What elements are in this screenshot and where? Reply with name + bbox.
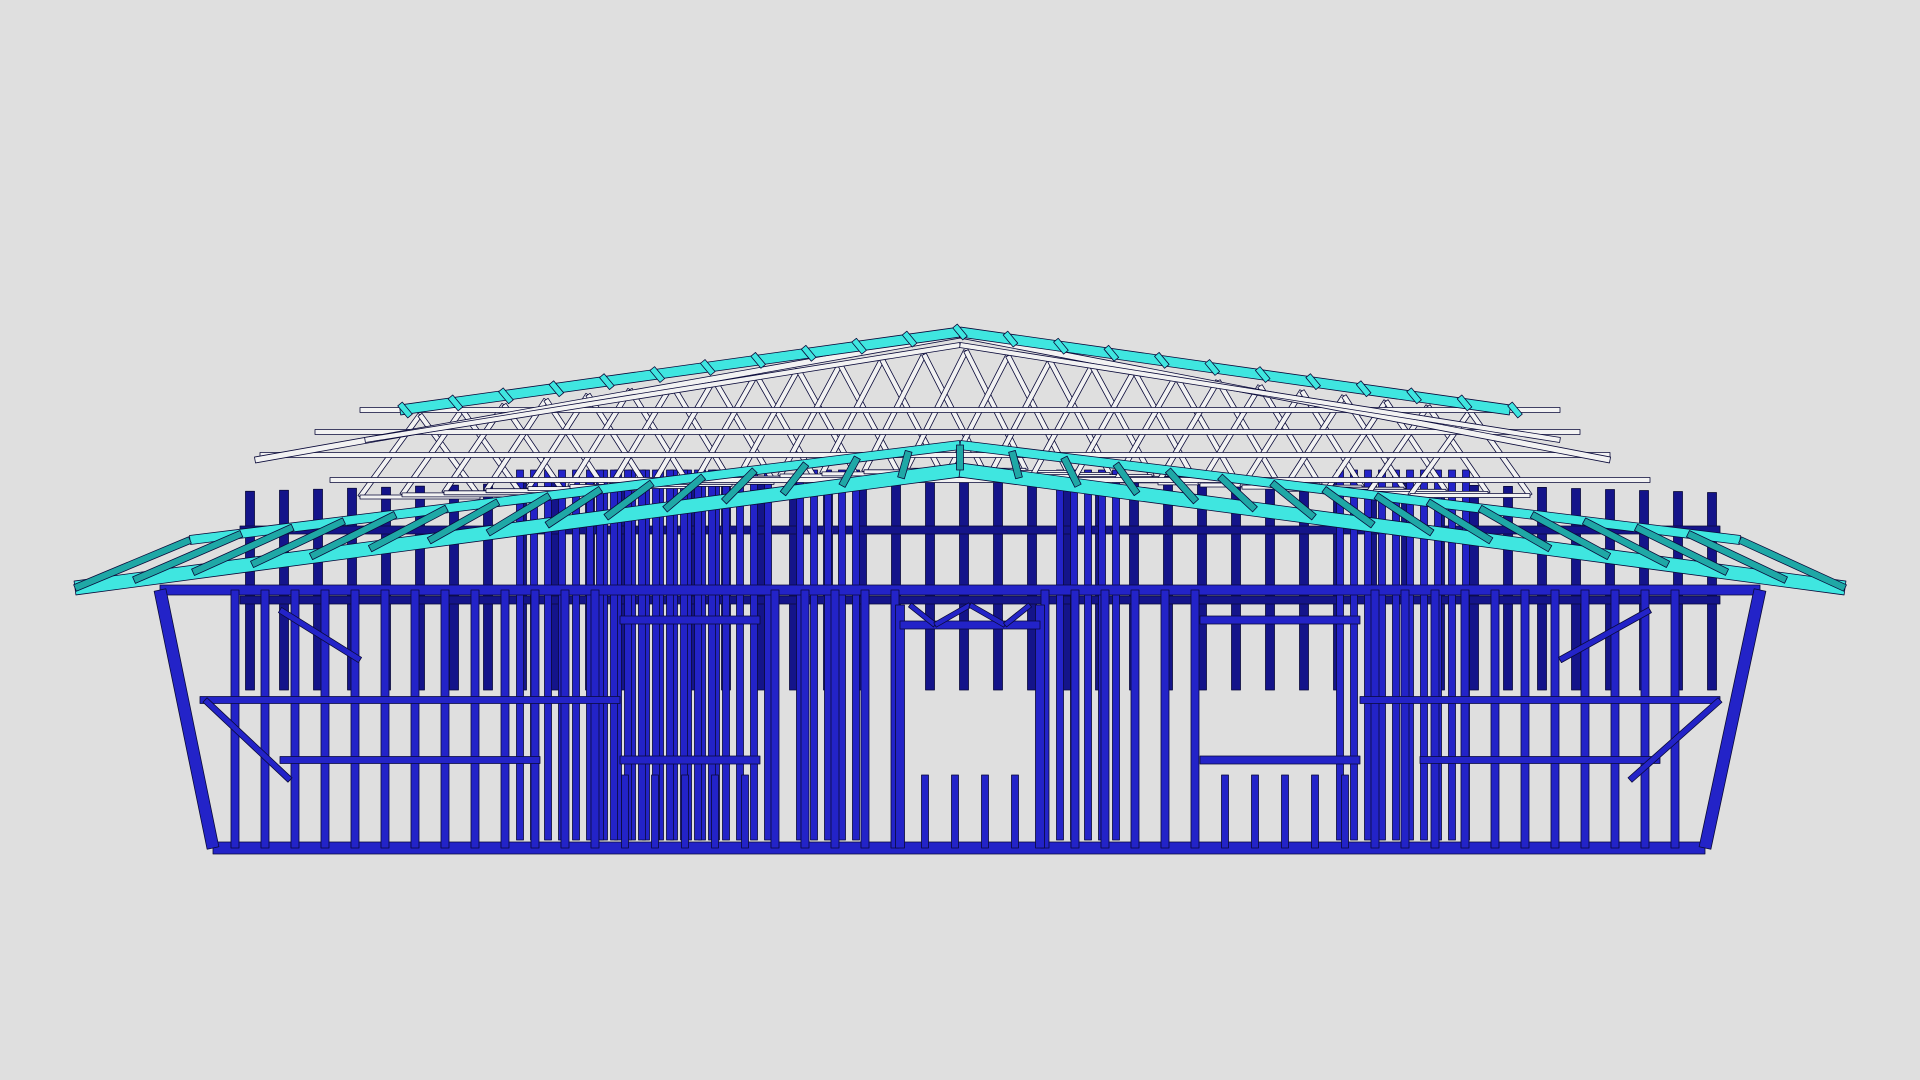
nogging [1419, 756, 1661, 764]
stud [830, 589, 840, 849]
window-head [619, 615, 761, 625]
window-head [1199, 615, 1361, 625]
cripple-stud [1311, 774, 1319, 849]
stud [1430, 589, 1440, 849]
stud [1070, 589, 1080, 849]
end-stud [153, 588, 220, 850]
stud [860, 589, 870, 849]
nogging [199, 696, 621, 704]
model-viewport[interactable] [0, 0, 1920, 1080]
stud [560, 589, 570, 849]
stud [1640, 589, 1650, 849]
stud [1460, 589, 1470, 849]
stud [410, 589, 420, 849]
partition-stud [610, 469, 618, 841]
stud [440, 589, 450, 849]
truss-web [1173, 374, 1239, 483]
window-sill [619, 755, 761, 765]
partition-stud [1084, 469, 1092, 841]
truss-web [693, 372, 759, 482]
stud [770, 589, 780, 849]
cripple-stud [681, 774, 689, 849]
partition-stud [1448, 469, 1456, 841]
partition-stud [1056, 469, 1064, 841]
stud [500, 589, 510, 849]
partition-stud [1112, 469, 1120, 841]
stud [260, 589, 270, 849]
partition-stud [666, 469, 674, 841]
stud [800, 589, 810, 849]
cripple-stud [1221, 774, 1229, 849]
partition-stud [764, 469, 772, 841]
cripple-stud [921, 774, 929, 849]
stud [1100, 589, 1110, 849]
stud [230, 589, 240, 849]
stud [350, 589, 360, 849]
cripple-stud [981, 774, 989, 849]
bottom-plate [212, 841, 1706, 855]
partition-stud [722, 469, 730, 841]
stud [1160, 589, 1170, 849]
front-wall-frames [153, 584, 1767, 855]
stud [1400, 589, 1410, 849]
stud [590, 589, 600, 849]
stud [1190, 589, 1200, 849]
stud [290, 589, 300, 849]
partition-stud [694, 469, 702, 841]
stud [1520, 589, 1530, 849]
truss-chord [1409, 493, 1531, 498]
stud [1130, 589, 1140, 849]
back-stud [993, 470, 1003, 691]
steel-frame-model[interactable] [0, 0, 1920, 1080]
stud [1370, 589, 1380, 849]
stud [530, 589, 540, 849]
partition-stud [852, 469, 860, 841]
cripple-stud [951, 774, 959, 849]
stud [320, 589, 330, 849]
roof-batten [956, 444, 964, 471]
cripple-stud [1281, 774, 1289, 849]
truss-chord [314, 429, 1581, 435]
partition-stud [810, 469, 818, 841]
stud [380, 589, 390, 849]
door-jamb [1035, 604, 1045, 849]
partition-stud [638, 469, 646, 841]
stud [1580, 589, 1590, 849]
nogging [1359, 696, 1721, 704]
cripple-stud [621, 774, 629, 849]
back-stud [959, 469, 969, 691]
brace [202, 697, 293, 783]
top-plate [159, 584, 1761, 596]
cripple-stud [1011, 774, 1019, 849]
door-jamb [895, 604, 905, 849]
stud [1550, 589, 1560, 849]
partition-stud [824, 469, 832, 841]
cripple-stud [1341, 774, 1349, 849]
door-head [899, 620, 1041, 630]
cripple-stud [1251, 774, 1259, 849]
cripple-stud [741, 774, 749, 849]
cripple-stud [651, 774, 659, 849]
stud [470, 589, 480, 849]
cripple-stud [711, 774, 719, 849]
stud [1670, 589, 1680, 849]
partition-stud [838, 469, 846, 841]
nogging [279, 756, 541, 764]
partition-stud [750, 469, 758, 841]
window-sill [1199, 755, 1361, 765]
truss-top-chord [959, 342, 1561, 443]
truss-chord [259, 452, 1611, 458]
back-stud [925, 470, 935, 691]
stud [1490, 589, 1500, 849]
